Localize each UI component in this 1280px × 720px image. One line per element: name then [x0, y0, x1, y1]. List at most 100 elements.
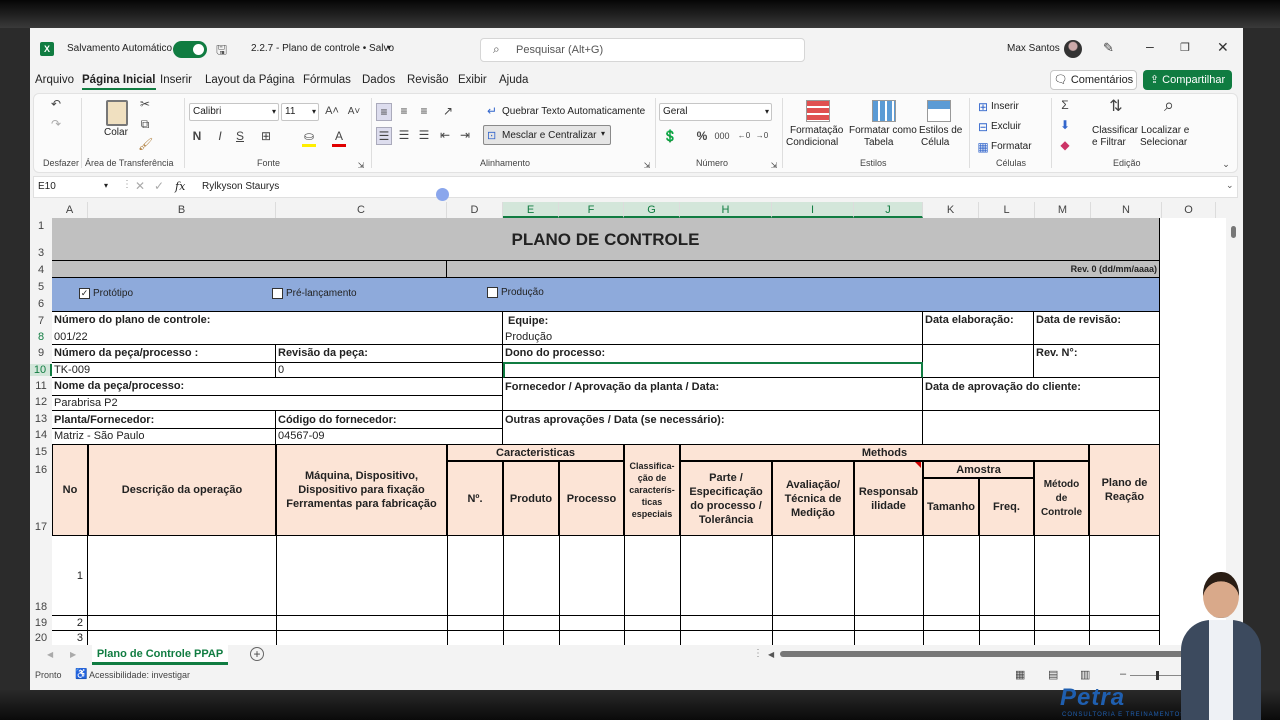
production-option[interactable]: Produção: [487, 287, 544, 298]
horizontal-scroll-thumb[interactable]: [780, 651, 1235, 657]
normal-view-icon[interactable]: ▦: [1015, 668, 1025, 681]
percent-icon[interactable]: %: [695, 128, 709, 144]
search-input[interactable]: ⌕ Pesquisar (Alt+G): [480, 38, 805, 62]
format-table-line2[interactable]: Tabela: [864, 137, 893, 148]
font-color-icon[interactable]: A: [332, 128, 346, 147]
supplier-approval-label[interactable]: Fornecedor / Aprovação da planta / Data:: [503, 378, 923, 411]
other-approvals-label[interactable]: Outras aprovações / Data (se necessário)…: [503, 411, 923, 444]
tab-exibir[interactable]: Exibir: [458, 74, 487, 86]
plant-label[interactable]: Planta/Fornecedor:: [52, 411, 276, 428]
formula-input[interactable]: Rylkyson Staurys: [202, 181, 279, 192]
underline-button[interactable]: S: [234, 128, 246, 144]
header-reaction-plan[interactable]: Plano de Reação: [1089, 444, 1160, 536]
production-checkbox[interactable]: [487, 287, 498, 298]
cell-styles-line2[interactable]: Célula: [921, 137, 949, 148]
decrease-indent-icon[interactable]: ⇤: [437, 127, 453, 143]
row-header-18[interactable]: 18: [30, 601, 52, 613]
prototype-checkbox[interactable]: ✓: [79, 288, 90, 299]
format-table-line1[interactable]: Formatar como: [849, 125, 917, 136]
ribbon-collapse-icon[interactable]: ⌄: [1220, 156, 1232, 172]
font-name-select[interactable]: Calibri ▾: [189, 103, 279, 121]
tab-pagina-inicial[interactable]: Página Inicial: [82, 74, 156, 90]
avatar[interactable]: [1064, 40, 1082, 58]
row-header-13[interactable]: 13: [30, 413, 52, 425]
fill-color-icon[interactable]: ⛀: [302, 128, 316, 147]
comment-indicator-icon[interactable]: [915, 462, 921, 468]
find-select-line1[interactable]: Localizar e: [1141, 125, 1189, 136]
formula-expand-icon[interactable]: ⌄: [1226, 180, 1234, 191]
cell-styles-icon[interactable]: [927, 100, 951, 122]
grow-font-icon[interactable]: A˄: [325, 103, 339, 119]
col-header-i[interactable]: I: [772, 202, 854, 218]
revision-label[interactable]: Rev. 0 (dd/mm/aaaa): [447, 261, 1160, 278]
tab-inserir[interactable]: Inserir: [160, 74, 192, 86]
control-plan-no-value[interactable]: 001/22: [52, 329, 503, 345]
align-center-icon[interactable]: ☰: [396, 127, 412, 143]
part-rev-value[interactable]: 0: [276, 362, 503, 378]
paste-icon[interactable]: [106, 100, 128, 126]
alignment-dialog-icon[interactable]: ⇲: [642, 158, 652, 174]
tab-splitter-icon[interactable]: ⋮: [753, 648, 763, 659]
cut-icon[interactable]: ✂: [138, 96, 152, 112]
row-header-11[interactable]: 11: [30, 380, 52, 392]
cond-format-line2[interactable]: Condicional: [786, 137, 838, 148]
paste-label[interactable]: Colar: [104, 127, 128, 138]
increase-indent-icon[interactable]: ⇥: [457, 127, 473, 143]
row-header-15[interactable]: 15: [30, 446, 52, 458]
header-evaluation[interactable]: Avaliação/ Técnica de Medição: [772, 461, 854, 536]
prepared-date-label[interactable]: Data elaboração:: [923, 312, 1034, 345]
row-number-cell[interactable]: 2: [52, 616, 88, 630]
col-header-j[interactable]: J: [854, 202, 923, 218]
supplier-code-value[interactable]: 04567-09: [276, 428, 503, 444]
row-number-cell[interactable]: 3: [52, 631, 88, 645]
tab-formulas[interactable]: Fórmulas: [303, 74, 351, 86]
worksheet-grid[interactable]: PLANO DE CONTROLE Rev. 0 (dd/mm/aaaa) ✓ P…: [52, 218, 1226, 645]
row-header-8[interactable]: 8: [30, 331, 52, 343]
format-cells-button[interactable]: Formatar: [991, 141, 1032, 152]
row4-left[interactable]: [52, 261, 447, 278]
align-top-icon[interactable]: ≡: [376, 103, 392, 121]
tab-arquivo[interactable]: Arquivo: [35, 74, 74, 86]
conditional-format-icon[interactable]: [806, 100, 830, 122]
table-row[interactable]: 3: [52, 631, 1160, 645]
row-header-14[interactable]: 14: [30, 429, 52, 441]
header-machine[interactable]: Máquina, Dispositivo, Dispositivo para f…: [276, 444, 447, 536]
col-header-h[interactable]: H: [680, 202, 772, 218]
header-part-specification[interactable]: Parte / Especificação do processo / Tole…: [680, 461, 772, 536]
col-header-e[interactable]: E: [503, 202, 559, 218]
header-number[interactable]: Nº.: [447, 461, 503, 536]
header-product[interactable]: Produto: [503, 461, 559, 536]
row-header-17[interactable]: 17: [30, 521, 52, 533]
row-header-10[interactable]: 10: [30, 364, 52, 376]
table-row[interactable]: 1: [52, 536, 1160, 616]
row-header-1[interactable]: 1: [30, 220, 52, 232]
row-header-7[interactable]: 7: [30, 315, 52, 327]
row-header-20[interactable]: 20: [30, 632, 52, 644]
name-box-chevron-icon[interactable]: ▾: [104, 181, 108, 190]
header-characteristics[interactable]: Caracteristicas: [447, 444, 624, 461]
comments-button[interactable]: 🗨 Comentários: [1050, 70, 1137, 90]
format-painter-icon[interactable]: 🖌: [138, 136, 153, 152]
header-special-characteristics[interactable]: Classifica-ção de caracterís-ticas espec…: [624, 444, 680, 536]
insert-function-icon[interactable]: fx: [175, 180, 185, 193]
number-format-select[interactable]: Geral ▾: [659, 103, 772, 121]
row-header-9[interactable]: 9: [30, 347, 52, 359]
part-name-label[interactable]: Nome da peça/processo:: [52, 378, 503, 395]
prelaunch-option[interactable]: Pré-lançamento: [272, 288, 357, 299]
format-table-icon[interactable]: [872, 100, 896, 122]
pen-icon[interactable]: ✎: [1103, 40, 1114, 56]
next-sheet-icon[interactable]: ▶: [70, 650, 76, 659]
header-process[interactable]: Processo: [559, 461, 624, 536]
header-operation-description[interactable]: Descrição da operação: [88, 444, 276, 536]
shrink-font-icon[interactable]: A˅: [347, 104, 361, 120]
delete-cells-icon[interactable]: ⊟: [976, 119, 990, 135]
header-responsibility[interactable]: Responsab ilidade: [854, 461, 923, 536]
orientation-icon[interactable]: ↗: [440, 103, 456, 119]
scroll-left-icon[interactable]: ◀: [768, 650, 774, 659]
accounting-icon[interactable]: 💲: [662, 128, 678, 144]
clear-icon[interactable]: ◆: [1058, 137, 1072, 153]
col-header-a[interactable]: A: [52, 202, 88, 218]
blank-cell[interactable]: [923, 345, 1034, 378]
align-middle-icon[interactable]: ≡: [396, 103, 412, 119]
number-dialog-icon[interactable]: ⇲: [769, 158, 779, 174]
